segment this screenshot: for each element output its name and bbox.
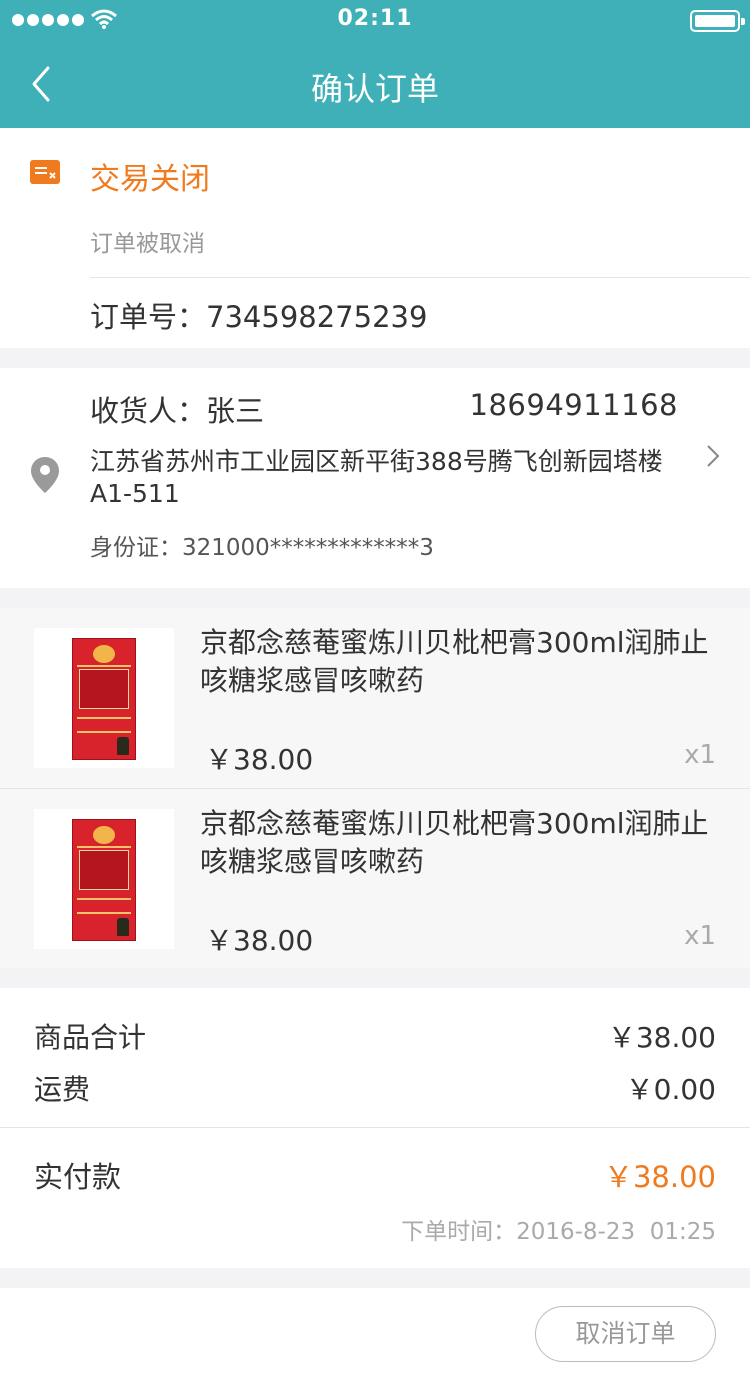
- id-card-label: 身份证：: [90, 535, 182, 561]
- product-title: 京都念慈菴蜜炼川贝枇杷膏300ml润肺止咳糖浆感冒咳嗽药: [200, 626, 709, 697]
- status-bar: 02:11: [0, 0, 750, 40]
- divider: [90, 277, 750, 278]
- order-time-value: 2016-8-23 01:25: [516, 1219, 716, 1245]
- id-card: 身份证：321000*************3: [90, 528, 434, 562]
- receiver-label: 收货人：: [90, 394, 207, 428]
- product-thumbnail: [34, 628, 174, 768]
- order-item[interactable]: 京都念慈菴蜜炼川贝枇杷膏300ml润肺止咳糖浆感冒咳嗽药 ￥38.00 x1: [0, 608, 750, 788]
- cancel-order-button[interactable]: 取消订单: [535, 1306, 716, 1362]
- receiver-name: 张三: [206, 394, 265, 428]
- product-title: 京都念慈菴蜜炼川贝枇杷膏300ml润肺止咳糖浆感冒咳嗽药: [200, 807, 709, 878]
- product-price: ￥38.00: [205, 924, 314, 957]
- order-number-label: 订单号：: [90, 300, 207, 334]
- product-quantity: x1: [684, 740, 716, 770]
- battery-icon: [690, 10, 745, 32]
- product-quantity: x1: [684, 921, 716, 951]
- goods-total-label: 商品合计: [34, 1021, 147, 1054]
- divider: [0, 1127, 750, 1128]
- order-status-subtitle: 订单被取消: [90, 231, 205, 257]
- paid-label: 实付款: [34, 1160, 122, 1194]
- order-number-value: 734598275239: [206, 300, 428, 334]
- status-time: 02:11: [337, 6, 413, 31]
- product-image: [72, 819, 136, 941]
- receiver-phone: 18694911168: [469, 388, 678, 422]
- nav-header: 02:11 确认订单: [0, 0, 750, 128]
- paid-value: ￥38.00: [603, 1160, 716, 1194]
- shipping-row: 运费 ￥0.00: [34, 1068, 716, 1108]
- location-pin-icon: [31, 457, 59, 493]
- shipping-label: 运费: [34, 1073, 91, 1106]
- product-price: ￥38.00: [205, 743, 314, 776]
- product-image: [72, 638, 136, 760]
- product-thumbnail: [34, 809, 174, 949]
- delivery-address: 江苏省苏州市工业园区新平街388号腾飞创新园塔楼A1-511: [90, 447, 663, 508]
- id-card-number: 321000*************3: [182, 535, 434, 561]
- order-time-label: 下单时间：: [401, 1219, 517, 1245]
- order-time: 下单时间：2016-8-23 01:25: [401, 1212, 716, 1246]
- order-number: 订单号：734598275239: [90, 294, 427, 336]
- order-status-title: 交易关闭: [90, 162, 210, 197]
- chevron-right-icon[interactable]: [704, 444, 722, 468]
- order-closed-icon: [30, 160, 60, 184]
- goods-total-value: ￥38.00: [607, 1021, 716, 1054]
- page-title: 确认订单: [310, 70, 439, 108]
- shipping-value: ￥0.00: [625, 1073, 716, 1106]
- goods-total-row: 商品合计 ￥38.00: [34, 1016, 716, 1056]
- receiver: 收货人：张三: [90, 388, 264, 430]
- order-item[interactable]: 京都念慈菴蜜炼川贝枇杷膏300ml润肺止咳糖浆感冒咳嗽药 ￥38.00 x1: [0, 788, 750, 968]
